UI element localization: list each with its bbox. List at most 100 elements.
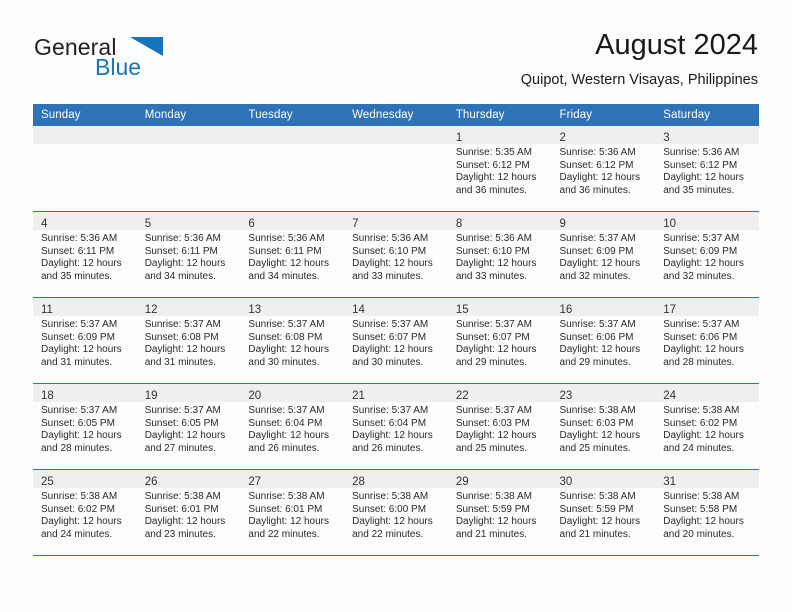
calendar-day-cell[interactable]: 4 Sunrise: 5:36 AM Sunset: 6:11 PM Daylight… <box>33 211 137 298</box>
day-details: Sunrise: 5:37 AM Sunset: 6:06 PM Daylight:… <box>552 316 656 369</box>
calendar-day-cell[interactable]: 28 Sunrise: 5:38 AM Sunset: 6:00 PM Dayligh… <box>344 469 448 556</box>
calendar-day-cell[interactable]: 17 Sunrise: 5:37 AM Sunset: 6:06 PM Dayligh… <box>655 297 759 384</box>
sunset-time: Sunset: 6:08 PM <box>144 331 219 343</box>
daylight-duration-line1: Daylight: 12 hours <box>455 344 537 356</box>
day-number: 13 <box>248 304 262 316</box>
daylight-duration-line2: and 28 minutes. <box>41 442 113 454</box>
sunset-time: Sunset: 6:05 PM <box>41 417 115 429</box>
daylight-duration-line1: Daylight: 12 hours <box>663 258 744 270</box>
calendar-day-cell[interactable]: 15 Sunrise: 5:37 AM Sunset: 6:07 PM Dayligh… <box>447 297 552 384</box>
calendar-day-cell[interactable]: 3 Sunrise: 5:36 AM Sunset: 6:12 PM Daylight… <box>655 126 759 212</box>
calendar-day-cell[interactable]: 26 Sunrise: 5:38 AM Sunset: 6:01 PM Dayligh… <box>136 469 241 556</box>
calendar-day-cell[interactable]: 16 Sunrise: 5:37 AM Sunset: 6:06 PM Dayligh… <box>551 297 656 384</box>
day-number-band: 31 <box>655 470 759 488</box>
day-number: 27 <box>248 476 262 488</box>
calendar-day-cell[interactable]: 30 Sunrise: 5:38 AM Sunset: 5:59 PM Dayligh… <box>551 469 656 556</box>
day-details: Sunrise: 5:37 AM Sunset: 6:05 PM Daylight:… <box>33 402 137 455</box>
sunset-time: Sunset: 6:06 PM <box>663 331 738 343</box>
daylight-duration-line1: Daylight: 12 hours <box>41 344 122 356</box>
day-number: 17 <box>663 304 677 316</box>
calendar-day-cell[interactable]: 9 Sunrise: 5:37 AM Sunset: 6:09 PM Daylight… <box>551 211 656 298</box>
calendar-day-cell[interactable]: 12 Sunrise: 5:37 AM Sunset: 6:08 PM Dayligh… <box>136 297 241 384</box>
day-cell-content: 28 Sunrise: 5:38 AM Sunset: 6:00 PM Dayligh… <box>344 470 448 555</box>
sunrise-time: Sunrise: 5:37 AM <box>248 319 325 330</box>
day-number: 3 <box>663 132 670 144</box>
sunset-time: Sunset: 6:09 PM <box>41 331 115 343</box>
page-title: August 2024 <box>595 29 758 61</box>
calendar-day-cell[interactable]: 21 Sunrise: 5:37 AM Sunset: 6:04 PM Dayligh… <box>344 383 448 470</box>
calendar-day-cell[interactable]: 1 Sunrise: 5:35 AM Sunset: 6:12 PM Daylight… <box>447 126 552 212</box>
day-number-band: 22 <box>447 384 552 402</box>
calendar-day-cell[interactable]: 13 Sunrise: 5:37 AM Sunset: 6:08 PM Dayligh… <box>240 297 345 384</box>
day-number: 6 <box>248 218 255 230</box>
sunset-time: Sunset: 6:11 PM <box>248 245 322 257</box>
daylight-duration-line2: and 29 minutes. <box>455 356 527 368</box>
calendar-day-cell[interactable]: 31 Sunrise: 5:38 AM Sunset: 5:58 PM Dayligh… <box>655 469 759 556</box>
day-details: Sunrise: 5:37 AM Sunset: 6:04 PM Daylight:… <box>344 402 448 455</box>
day-details: Sunrise: 5:38 AM Sunset: 6:01 PM Daylight:… <box>240 488 344 541</box>
day-number-band: 30 <box>551 470 656 488</box>
calendar-day-cell[interactable]: 27 Sunrise: 5:38 AM Sunset: 6:01 PM Dayligh… <box>240 469 345 556</box>
calendar-day-cell[interactable]: 6 Sunrise: 5:36 AM Sunset: 6:11 PM Daylight… <box>240 211 345 298</box>
daylight-duration-line1: Daylight: 12 hours <box>248 430 330 442</box>
page-subtitle: Quipot, Western Visayas, Philippines <box>520 72 758 88</box>
sunrise-time: Sunrise: 5:37 AM <box>41 319 118 330</box>
sunrise-time: Sunrise: 5:38 AM <box>144 491 221 502</box>
day-details <box>240 144 344 147</box>
day-cell-content: 22 Sunrise: 5:37 AM Sunset: 6:03 PM Dayligh… <box>447 384 552 469</box>
calendar-day-cell[interactable]: 10 Sunrise: 5:37 AM Sunset: 6:09 PM Dayligh… <box>655 211 759 298</box>
daylight-duration-line2: and 26 minutes. <box>248 442 320 454</box>
day-cell-content: 21 Sunrise: 5:37 AM Sunset: 6:04 PM Dayligh… <box>344 384 448 469</box>
calendar-day-cell[interactable]: 18 Sunrise: 5:37 AM Sunset: 6:05 PM Dayligh… <box>33 383 137 470</box>
calendar-day-cell[interactable]: 19 Sunrise: 5:37 AM Sunset: 6:05 PM Dayligh… <box>136 383 241 470</box>
day-cell-content: 14 Sunrise: 5:37 AM Sunset: 6:07 PM Dayligh… <box>344 298 448 383</box>
daylight-duration-line1: Daylight: 12 hours <box>248 516 330 528</box>
daylight-duration-line2: and 35 minutes. <box>41 270 113 282</box>
sunrise-time: Sunrise: 5:35 AM <box>455 147 532 158</box>
sunset-time: Sunset: 6:06 PM <box>559 331 634 343</box>
day-cell-content: 6 Sunrise: 5:36 AM Sunset: 6:11 PM Daylight… <box>240 212 345 297</box>
day-details: Sunrise: 5:38 AM Sunset: 6:03 PM Daylight:… <box>552 402 656 455</box>
calendar-week-row: 25 Sunrise: 5:38 AM Sunset: 6:02 PM Dayligh… <box>33 469 759 556</box>
day-details: Sunrise: 5:37 AM Sunset: 6:08 PM Daylight:… <box>137 316 241 369</box>
day-number-band: 6 <box>240 212 345 230</box>
calendar-day-cell[interactable]: 2 Sunrise: 5:36 AM Sunset: 6:12 PM Daylight… <box>551 126 656 212</box>
day-number: 9 <box>559 218 566 230</box>
calendar-day-cell[interactable]: 29 Sunrise: 5:38 AM Sunset: 5:59 PM Dayligh… <box>447 469 552 556</box>
calendar-day-cell[interactable]: 23 Sunrise: 5:38 AM Sunset: 6:03 PM Dayligh… <box>551 383 656 470</box>
daylight-duration-line1: Daylight: 12 hours <box>352 344 433 356</box>
calendar-day-cell[interactable]: 7 Sunrise: 5:36 AM Sunset: 6:10 PM Daylight… <box>344 211 448 298</box>
day-number-band: 13 <box>240 298 345 316</box>
day-cell-content: 11 Sunrise: 5:37 AM Sunset: 6:09 PM Dayligh… <box>33 298 137 383</box>
calendar-day-cell-empty <box>240 126 345 212</box>
sunrise-time: Sunrise: 5:38 AM <box>663 491 740 502</box>
sunrise-time: Sunrise: 5:36 AM <box>455 233 532 244</box>
brand-logo[interactable]: General Blue <box>34 34 234 82</box>
day-cell-content: 2 Sunrise: 5:36 AM Sunset: 6:12 PM Daylight… <box>551 126 656 211</box>
calendar-day-cell[interactable]: 8 Sunrise: 5:36 AM Sunset: 6:10 PM Daylight… <box>447 211 552 298</box>
calendar-day-cell[interactable]: 20 Sunrise: 5:37 AM Sunset: 6:04 PM Dayligh… <box>240 383 345 470</box>
daylight-duration-line2: and 22 minutes. <box>248 528 320 540</box>
daylight-duration-line1: Daylight: 12 hours <box>455 430 537 442</box>
calendar-day-cell[interactable]: 14 Sunrise: 5:37 AM Sunset: 6:07 PM Dayligh… <box>344 297 448 384</box>
calendar-day-cell[interactable]: 24 Sunrise: 5:38 AM Sunset: 6:02 PM Dayligh… <box>655 383 759 470</box>
day-number-band <box>240 126 345 144</box>
sunrise-time: Sunrise: 5:37 AM <box>352 319 429 330</box>
day-number-band: 18 <box>33 384 137 402</box>
day-number: 24 <box>663 390 677 402</box>
day-number-band: 16 <box>551 298 656 316</box>
sunset-time: Sunset: 6:10 PM <box>455 245 530 257</box>
calendar-day-cell[interactable]: 5 Sunrise: 5:36 AM Sunset: 6:11 PM Daylight… <box>136 211 241 298</box>
calendar-day-cell[interactable]: 11 Sunrise: 5:37 AM Sunset: 6:09 PM Dayligh… <box>33 297 137 384</box>
day-details: Sunrise: 5:37 AM Sunset: 6:06 PM Daylight:… <box>655 316 759 369</box>
day-cell-content: 29 Sunrise: 5:38 AM Sunset: 5:59 PM Dayligh… <box>447 470 552 555</box>
day-number: 29 <box>455 476 469 488</box>
calendar-day-cell[interactable]: 22 Sunrise: 5:37 AM Sunset: 6:03 PM Dayligh… <box>447 383 552 470</box>
day-cell-content: 8 Sunrise: 5:36 AM Sunset: 6:10 PM Daylight… <box>447 212 552 297</box>
day-details: Sunrise: 5:35 AM Sunset: 6:12 PM Daylight:… <box>448 144 552 197</box>
calendar-day-cell[interactable]: 25 Sunrise: 5:38 AM Sunset: 6:02 PM Dayligh… <box>33 469 137 556</box>
daylight-duration-line2: and 36 minutes. <box>559 184 631 196</box>
day-details: Sunrise: 5:38 AM Sunset: 5:58 PM Daylight:… <box>655 488 759 541</box>
day-number-band: 24 <box>655 384 759 402</box>
day-number-band: 14 <box>344 298 448 316</box>
